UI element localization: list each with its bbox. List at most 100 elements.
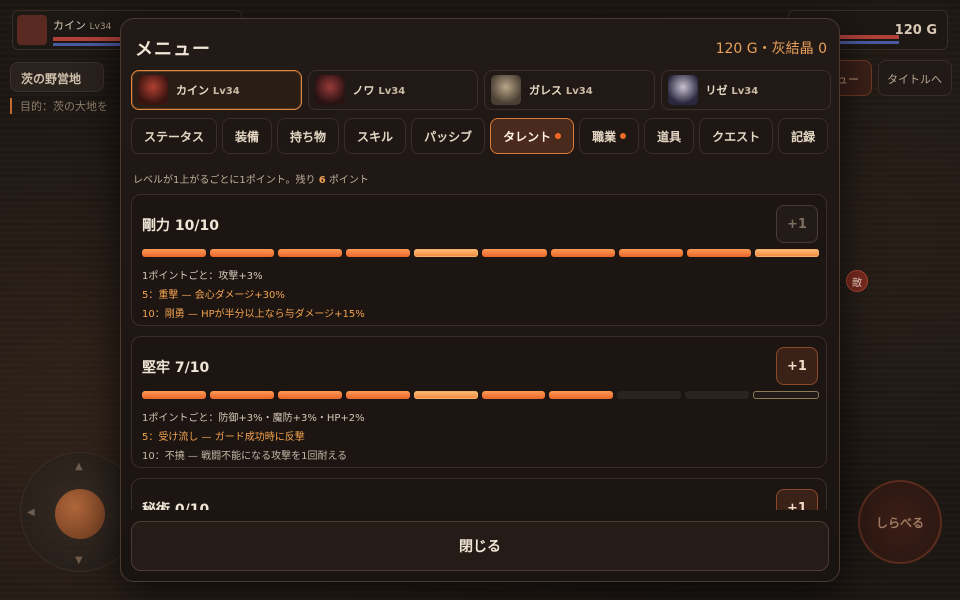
- talent-segment: [482, 249, 547, 257]
- tab-status[interactable]: ステータス: [131, 118, 218, 154]
- tab-equipment[interactable]: 装備: [222, 118, 273, 154]
- arrow-down-icon: ▼: [75, 555, 83, 566]
- arrow-up-icon: ▲: [75, 461, 83, 472]
- talent-segment: [345, 391, 410, 399]
- party-member-name: リゼ: [705, 84, 728, 97]
- joystick-knob[interactable]: [55, 489, 105, 539]
- talent-progress: [142, 249, 819, 257]
- talent-milestone-segment: [414, 249, 479, 257]
- party-member-label: ガレス Lv34: [529, 82, 593, 98]
- talent-segment: [481, 391, 546, 399]
- tab-label: タレント: [503, 129, 552, 144]
- enemy-marker: 敵: [846, 270, 868, 292]
- party-member-lize[interactable]: リゼ Lv34: [660, 70, 831, 110]
- party-member-gareth[interactable]: ガレス Lv34: [484, 70, 655, 110]
- talent-milestone-5: 5：受け流し — ガード成功時に反撃: [142, 432, 305, 443]
- talent-segment: [618, 249, 683, 257]
- tab-records[interactable]: 記録: [778, 118, 829, 154]
- talent-segment: [549, 391, 614, 399]
- talent-segment: [278, 249, 343, 257]
- lize-portrait: [667, 75, 698, 105]
- tab-job[interactable]: 職業: [579, 118, 640, 154]
- tab-talent[interactable]: タレント: [490, 118, 575, 154]
- gold-amount: 120 G: [894, 23, 937, 38]
- talent-milestone-10: 10：剛勇 — HPが半分以上なら与ダメージ+15%: [142, 309, 365, 320]
- party-member-label: カイン Lv34: [176, 82, 240, 98]
- talent-list[interactable]: 剛力 10/10 +1 1ポイントごと：攻撃+3% 5：重撃 — 会心ダメージ+…: [131, 194, 829, 510]
- location-chip: 茨の野営地: [10, 62, 104, 92]
- tab-label: 装備: [235, 129, 260, 144]
- talent-segment: [346, 249, 411, 257]
- nowa-portrait: [314, 75, 345, 105]
- talent-milestone-segment: [754, 249, 819, 257]
- tab-label: ステータス: [144, 129, 205, 144]
- party-member-name: ガレス: [529, 84, 562, 97]
- inspect-button[interactable]: しらべる: [858, 480, 942, 564]
- tab-label: スキル: [357, 129, 394, 144]
- notification-dot-icon: [620, 133, 627, 139]
- close-button[interactable]: 閉じる: [131, 521, 829, 571]
- party-selector: カイン Lv34 ノワ Lv34 ガレス Lv34 リゼ Lv34: [131, 70, 831, 110]
- hint-suffix: ポイント: [328, 175, 369, 186]
- menu-tabs: ステータス 装備 持ち物 スキル パッシブ タレント 職業 道具 クエスト 記録: [131, 118, 829, 154]
- talent-segment: [142, 391, 206, 399]
- tab-label: 職業: [592, 129, 617, 144]
- title-button[interactable]: タイトルへ: [878, 60, 952, 96]
- tab-inventory[interactable]: 持ち物: [277, 118, 340, 154]
- tab-skills[interactable]: スキル: [344, 118, 407, 154]
- tab-passive[interactable]: パッシブ: [411, 118, 486, 154]
- currency-display: 120 G・灰結晶 0: [715, 41, 827, 57]
- talent-name: 堅牢 7/10: [142, 360, 210, 376]
- party-member-label: ノワ Lv34: [353, 82, 406, 98]
- party-member-name: カイン: [176, 84, 209, 97]
- talent-card-fortitude: 堅牢 7/10 +1 1ポイントごと：防御+3%・魔防+3%・HP+2% 5：受…: [131, 336, 827, 468]
- tab-quests[interactable]: クエスト: [699, 118, 774, 154]
- arrow-left-icon: ◀: [27, 507, 35, 518]
- talent-segment: [210, 249, 275, 257]
- party-member-label: リゼ Lv34: [706, 82, 759, 98]
- add-point-button[interactable]: +1: [776, 347, 818, 385]
- player-avatar: [17, 15, 47, 45]
- tab-label: 持ち物: [290, 129, 327, 144]
- talent-points-hint: レベルが1上がるごとに1ポイント。残り 6 ポイント: [133, 171, 369, 186]
- tab-label: 記録: [791, 129, 816, 144]
- talent-milestone-segment: [753, 391, 820, 399]
- party-member-level: Lv34: [212, 86, 240, 97]
- tab-tools[interactable]: 道具: [644, 118, 695, 154]
- party-member-level: Lv34: [731, 86, 759, 97]
- talent-base-effect: 1ポイントごと：防御+3%・魔防+3%・HP+2%: [142, 413, 365, 424]
- talent-progress: [142, 391, 820, 399]
- talent-milestone-segment: [413, 391, 478, 399]
- talent-card-arcana: 秘術 0/10 +1: [131, 478, 827, 510]
- player-name: カイン: [53, 19, 86, 32]
- talent-milestone-5: 5：重撃 — 会心ダメージ+30%: [142, 290, 285, 301]
- remaining-points: 6: [318, 175, 326, 186]
- party-member-level: Lv34: [378, 86, 406, 97]
- objective-text: 目的：茨の大地を: [10, 98, 108, 114]
- player-hud-name: カイン Lv34: [53, 17, 111, 33]
- talent-segment: [209, 391, 274, 399]
- talent-segment: [686, 249, 751, 257]
- party-member-level: Lv34: [565, 86, 593, 97]
- talent-segment: [617, 391, 682, 399]
- kain-portrait: [138, 75, 168, 105]
- hint-prefix: レベルが1上がるごとに1ポイント。残り: [133, 175, 316, 186]
- party-member-nowa[interactable]: ノワ Lv34: [307, 70, 478, 110]
- party-member-name: ノワ: [352, 84, 375, 97]
- gareth-portrait: [491, 75, 521, 105]
- talent-segment: [142, 249, 207, 257]
- modal-title: メニュー: [135, 39, 211, 60]
- talent-segment: [685, 391, 750, 399]
- talent-name: 剛力 10/10: [142, 218, 219, 234]
- talent-milestone-10: 10：不撓 — 戦闘不能になる攻撃を1回耐える: [142, 451, 348, 462]
- talent-segment: [277, 391, 342, 399]
- talent-segment: [550, 249, 615, 257]
- notification-dot-icon: [555, 133, 562, 139]
- talent-base-effect: 1ポイントごと：攻撃+3%: [142, 271, 263, 282]
- party-member-kain[interactable]: カイン Lv34: [131, 70, 302, 110]
- add-point-button[interactable]: +1: [776, 205, 818, 243]
- player-level: Lv34: [89, 22, 112, 32]
- add-point-button[interactable]: +1: [776, 489, 818, 510]
- tab-label: クエスト: [712, 129, 761, 144]
- talent-name: 秘術 0/10: [142, 502, 210, 510]
